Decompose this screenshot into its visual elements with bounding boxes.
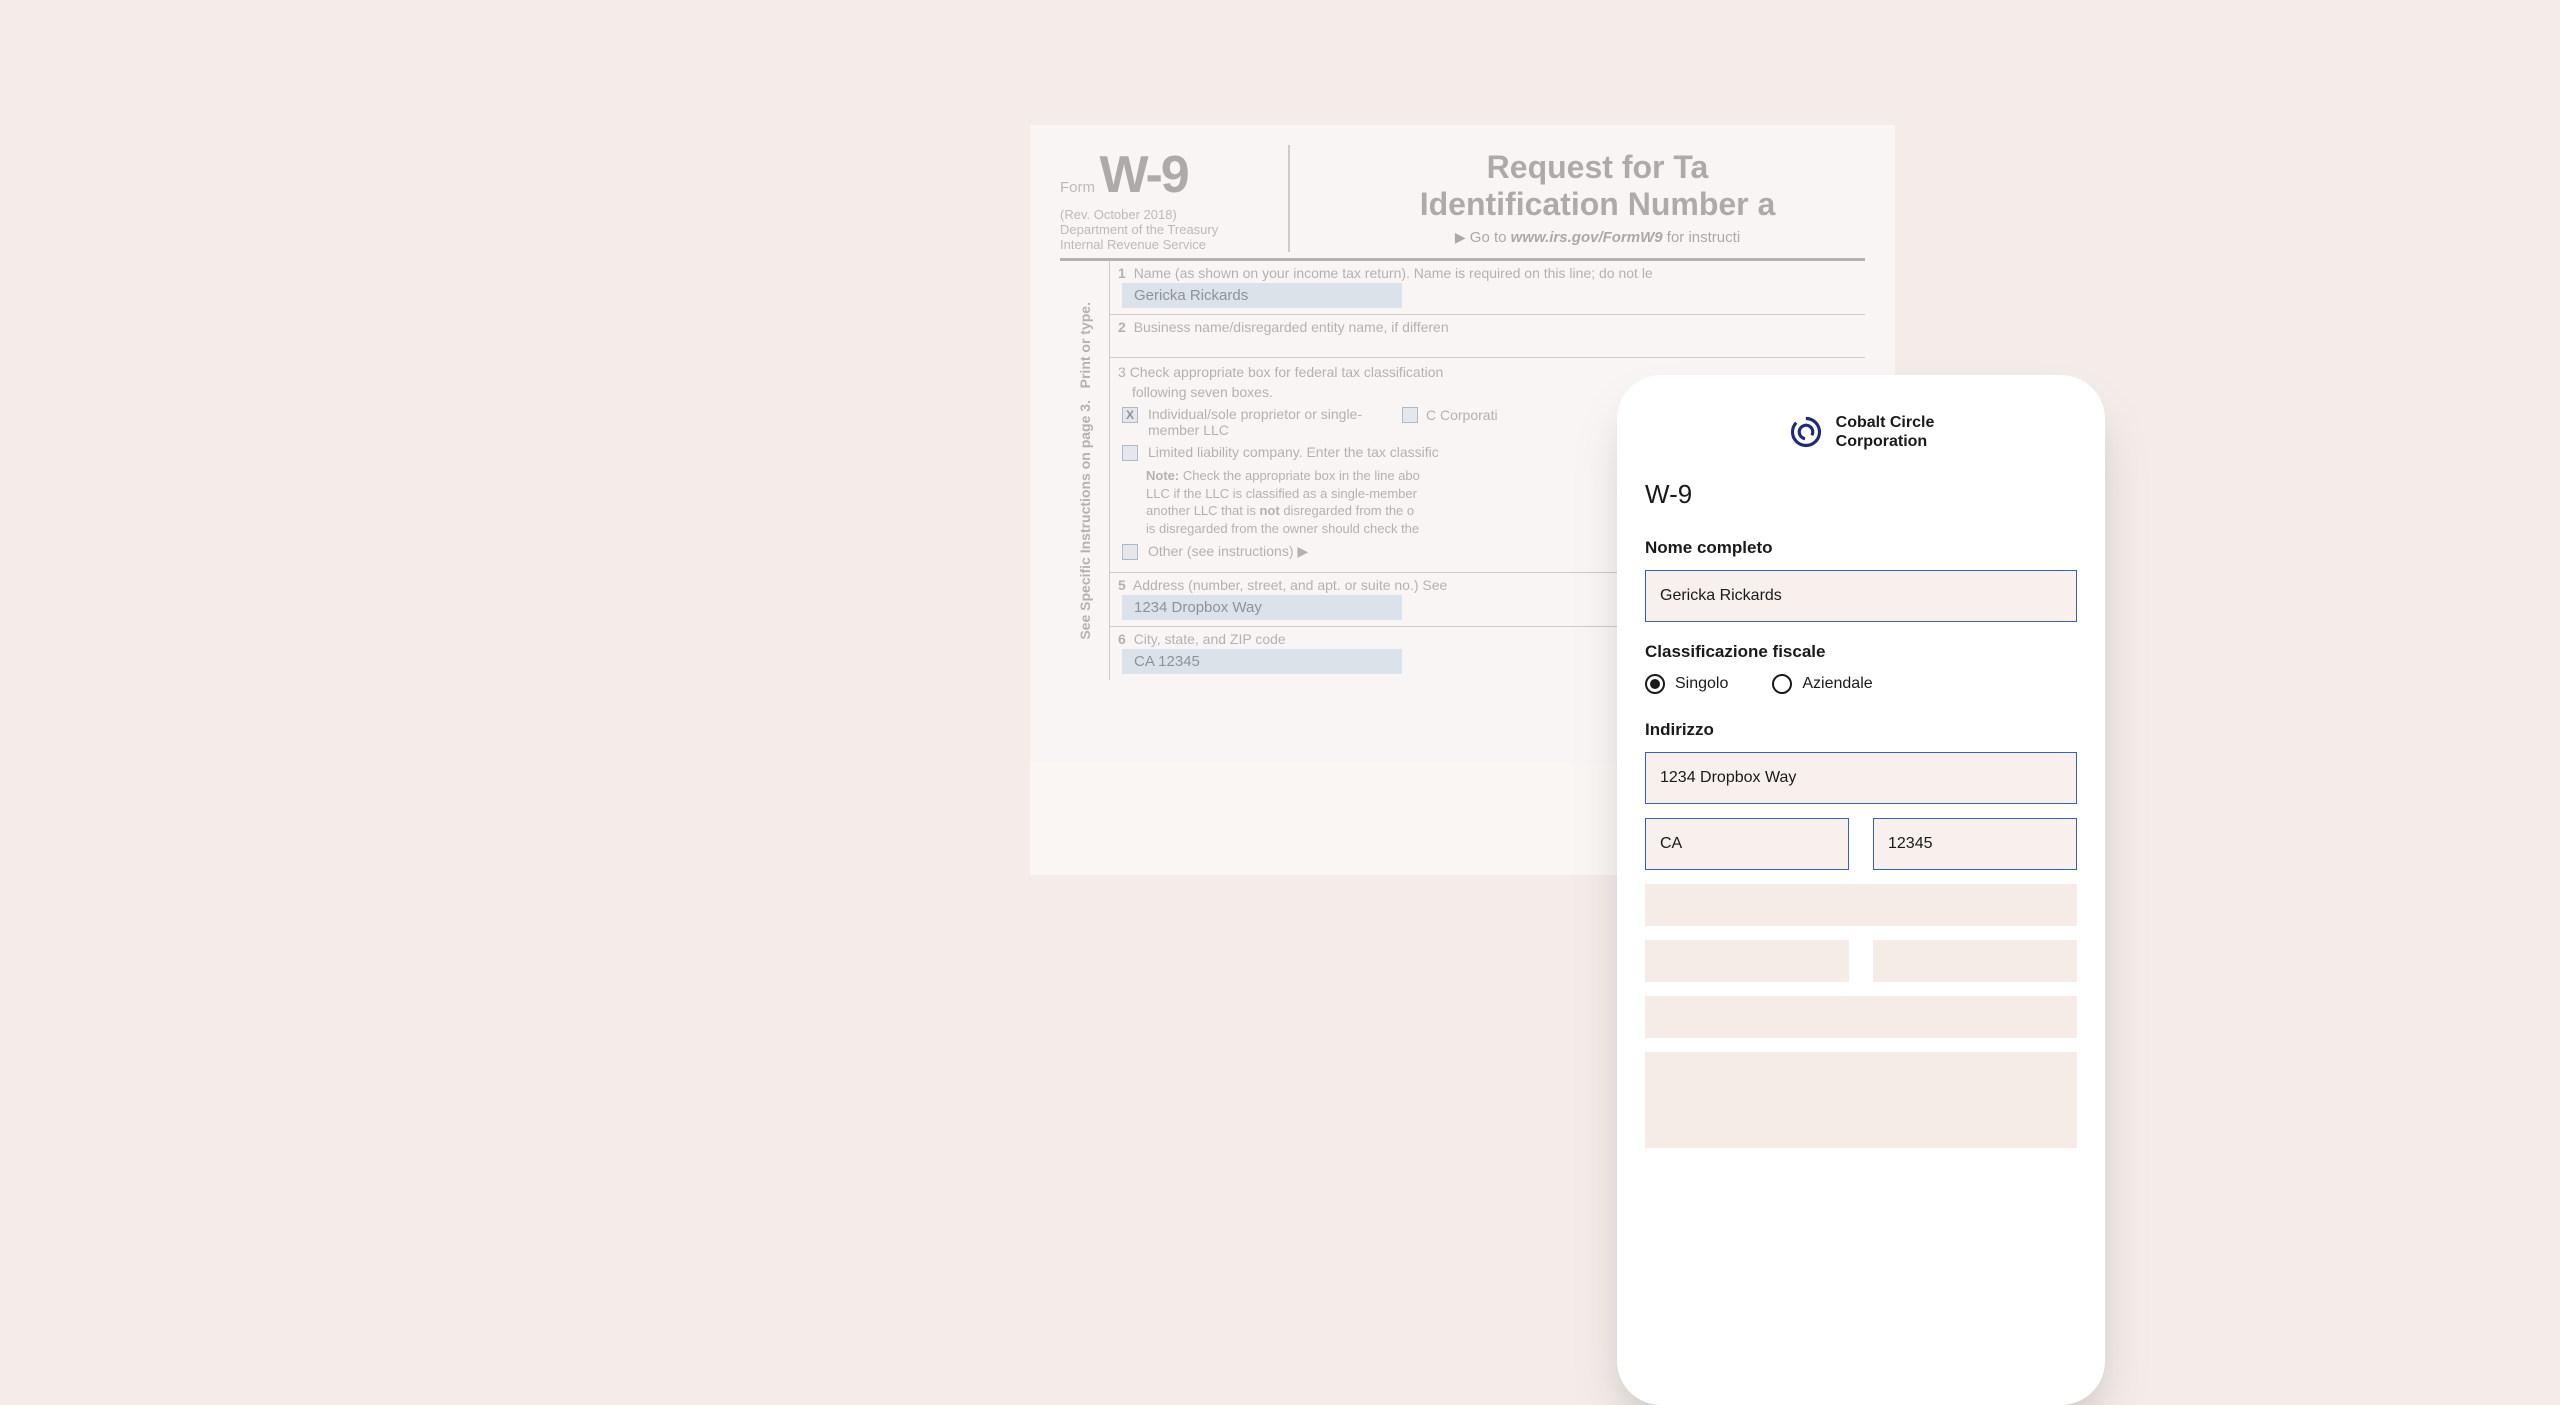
w9-city-value: CA 12345 — [1122, 649, 1402, 674]
checkbox-other — [1122, 544, 1138, 560]
radio-business-label: Aziendale — [1802, 675, 1872, 693]
w9-address-value: 1234 Dropbox Way — [1122, 595, 1402, 620]
checkbox-individual: X — [1122, 407, 1138, 423]
w9-revision: (Rev. October 2018) — [1060, 207, 1272, 222]
company-logo-icon — [1788, 414, 1824, 450]
w9-side-instructions: See Specific Instructions on page 3. Pri… — [1060, 261, 1110, 680]
w9-goto: ▶ Go to www.irs.gov/FormW9 for instructi — [1330, 229, 1865, 246]
checkbox-ccorp — [1402, 407, 1418, 423]
mobile-form-card: Cobalt Circle Corporation W-9 Nome compl… — [1617, 375, 2105, 1405]
w9-department: Department of the Treasury — [1060, 222, 1272, 237]
tax-classification-radio-group: Singolo Aziendale — [1645, 674, 2077, 694]
radio-circle-icon — [1645, 674, 1665, 694]
tax-classification-label: Classificazione fiscale — [1645, 642, 2077, 662]
w9-row-name: 1 Name (as shown on your income tax retu… — [1110, 261, 1865, 315]
skeleton-placeholder — [1645, 884, 2077, 926]
skeleton-placeholder — [1873, 940, 2077, 982]
w9-code: W-9 — [1099, 146, 1187, 204]
company-name: Cobalt Circle Corporation — [1836, 413, 1935, 451]
address-zip-input[interactable] — [1873, 818, 2077, 870]
w9-title: Request for Ta Identification Number a — [1330, 149, 1865, 223]
radio-circle-icon — [1772, 674, 1792, 694]
w9-form-identifier: Form W-9 (Rev. October 2018) Department … — [1060, 145, 1290, 252]
radio-single[interactable]: Singolo — [1645, 674, 1728, 694]
radio-business[interactable]: Aziendale — [1772, 674, 1872, 694]
address-state-input[interactable] — [1645, 818, 1849, 870]
w9-title-area: Request for Ta Identification Number a ▶… — [1290, 145, 1865, 252]
w9-name-value: Gericka Rickards — [1122, 283, 1402, 308]
w9-row-business: 2 Business name/disregarded entity name,… — [1110, 315, 1865, 358]
skeleton-placeholder — [1645, 1052, 2077, 1148]
skeleton-placeholder — [1645, 996, 2077, 1038]
address-label: Indirizzo — [1645, 720, 2077, 740]
full-name-input[interactable] — [1645, 570, 2077, 622]
full-name-label: Nome completo — [1645, 538, 2077, 558]
company-header: Cobalt Circle Corporation — [1645, 413, 2077, 451]
address-street-input[interactable] — [1645, 752, 2077, 804]
checkbox-llc — [1122, 445, 1138, 461]
w9-irs: Internal Revenue Service — [1060, 237, 1272, 252]
form-word: Form — [1060, 179, 1095, 196]
form-title: W-9 — [1645, 479, 2077, 510]
radio-single-label: Singolo — [1675, 675, 1728, 693]
skeleton-placeholder — [1645, 940, 1849, 982]
